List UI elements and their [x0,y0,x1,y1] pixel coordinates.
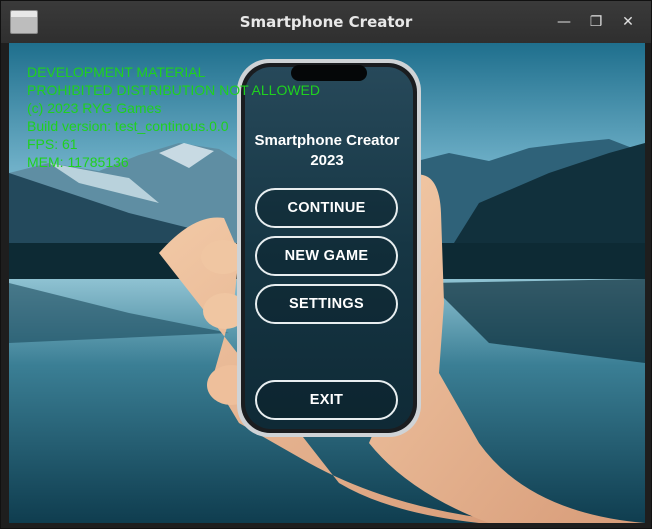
game-title-line2: 2023 [310,152,344,169]
continue-button[interactable]: CONTINUE [255,188,398,228]
debug-line: (c) 2023 RYG Games [27,100,162,116]
app-window: Smartphone Creator — ❐ ✕ DEVELOPMENT MAT… [0,0,652,529]
close-icon[interactable]: ✕ [618,12,638,32]
debug-line: PROHIBITED DISTRIBUTION NOT ALLOWED [27,82,321,98]
new-game-button[interactable]: NEW GAME [255,236,398,276]
minimize-icon[interactable]: — [554,12,574,32]
maximize-icon[interactable]: ❐ [586,12,606,32]
exit-button[interactable]: EXIT [255,380,398,420]
game-title-line1: Smartphone Creator [254,132,400,149]
title-bar[interactable]: Smartphone Creator — ❐ ✕ [1,1,651,43]
debug-line: DEVELOPMENT MATERIAL [27,64,206,80]
settings-button[interactable]: SETTINGS [255,284,398,324]
game-title: Smartphone Creator 2023 [241,131,413,171]
game-viewport: DEVELOPMENT MATERIAL PROHIBITED DISTRIBUT… [9,43,645,523]
